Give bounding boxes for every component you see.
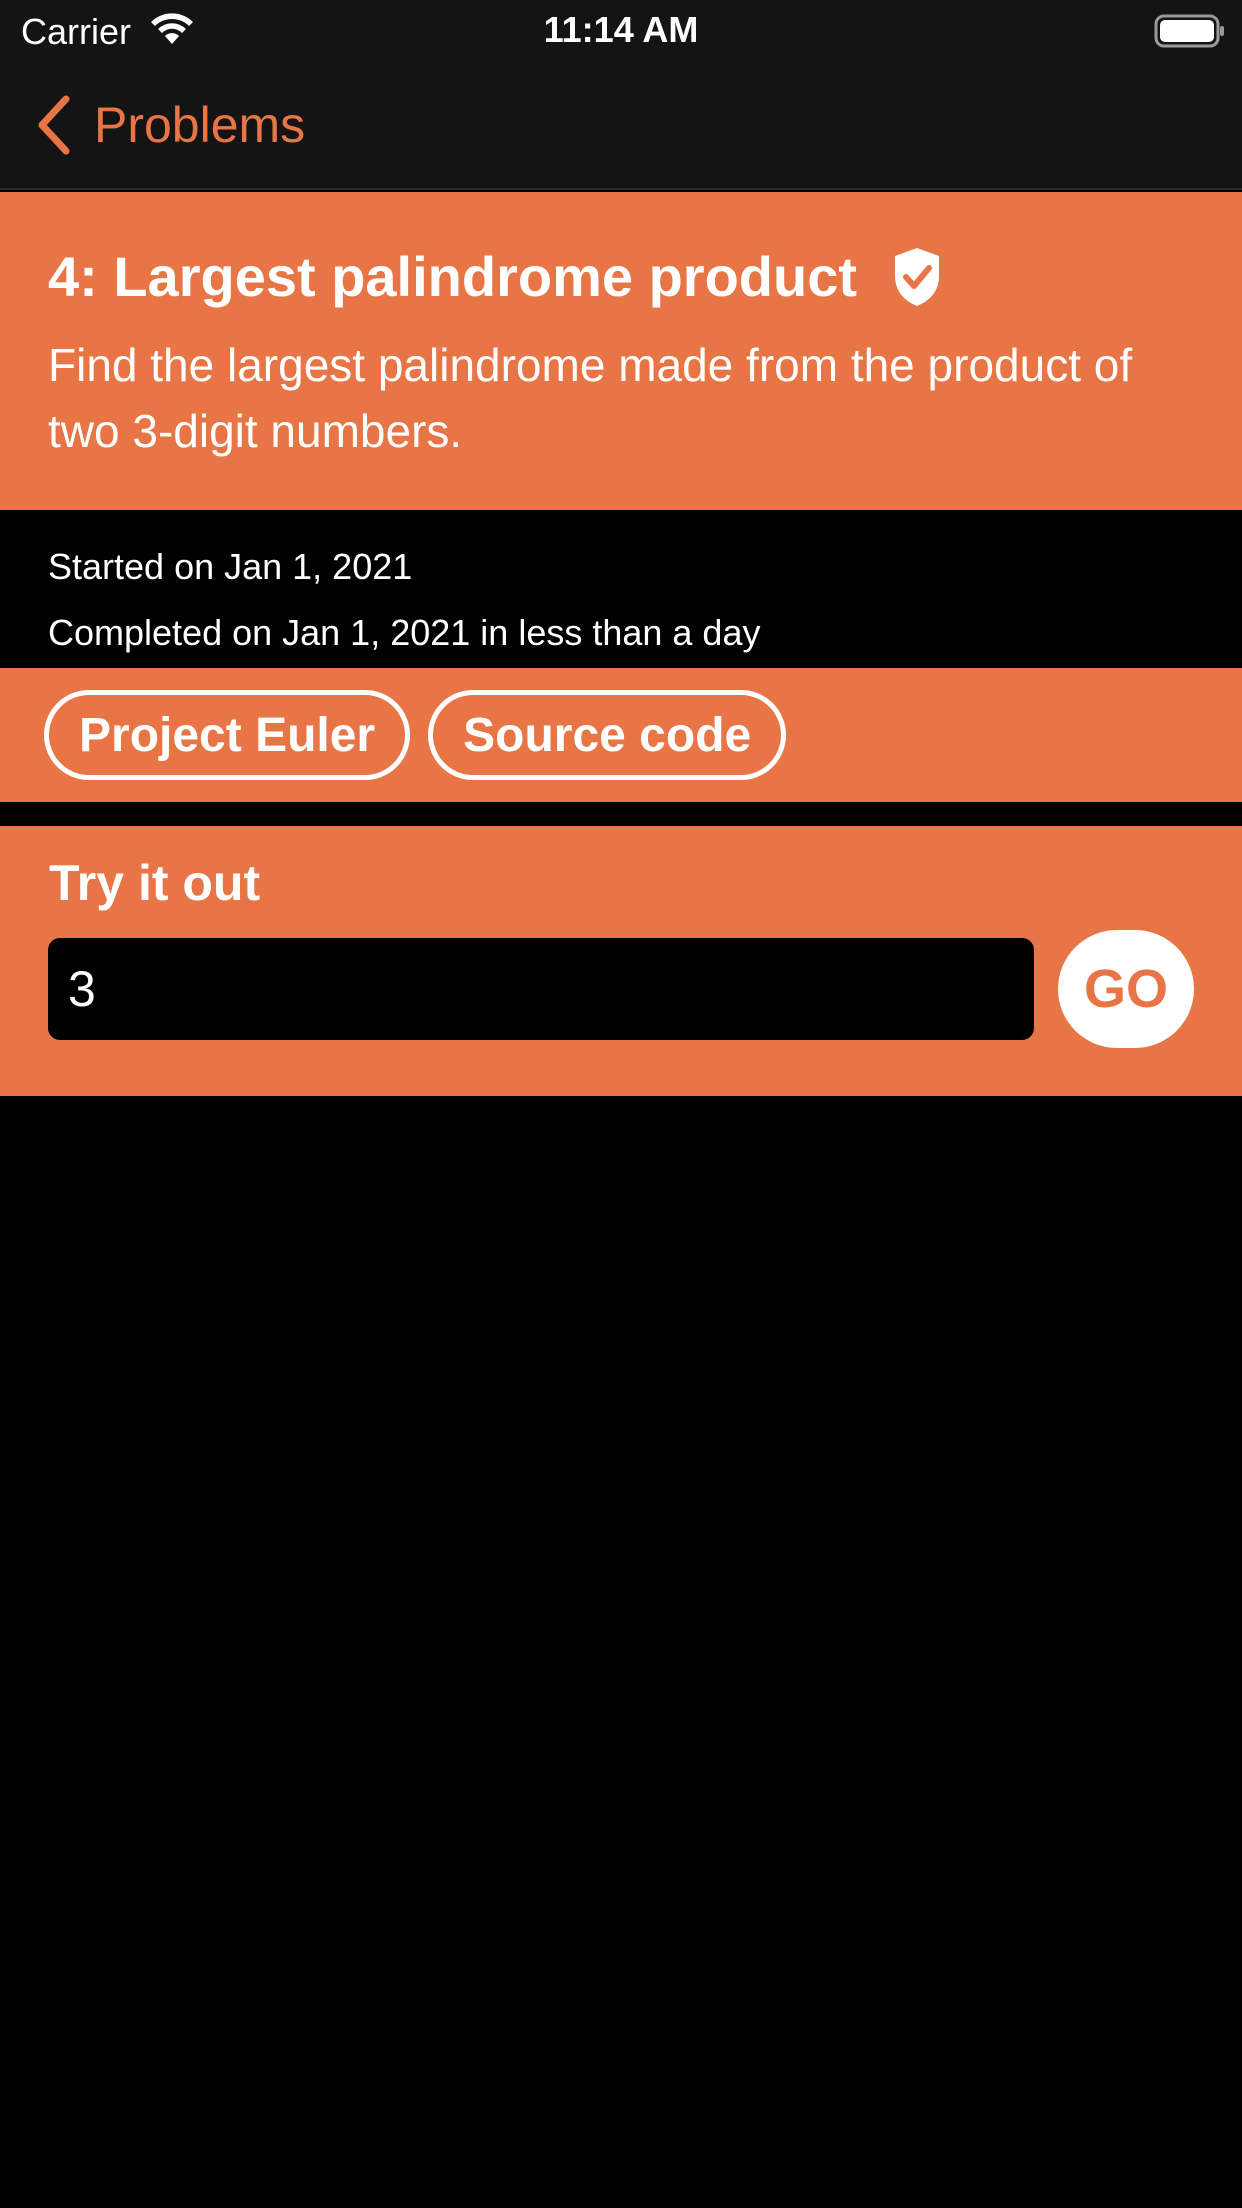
source-code-button[interactable]: Source code [428, 690, 787, 780]
navigation-bar: Problems [0, 62, 1242, 190]
status-time: 11:14 AM [543, 9, 699, 50]
completed-date: Completed on Jan 1, 2021 in less than a … [48, 612, 761, 653]
battery-icon [1154, 14, 1224, 48]
chevron-left-icon [38, 95, 70, 155]
started-date: Started on Jan 1, 2021 [48, 546, 413, 587]
back-button[interactable]: Problems [36, 92, 305, 158]
problem-title: 4: Largest palindrome product [48, 245, 857, 308]
problem-description: Find the largest palindrome made from th… [48, 339, 1133, 457]
go-button[interactable]: GO [1058, 930, 1194, 1048]
input-field[interactable]: 3 [48, 938, 1034, 1040]
links-row: Project Euler Source code [0, 668, 1242, 802]
problem-detail-screen: Carrier 11:14 AM Problems 4: Largest pal… [0, 0, 1242, 2208]
title-row: 4: Largest palindrome product [48, 242, 1194, 312]
project-euler-button[interactable]: Project Euler [44, 690, 411, 780]
try-it-out-title: Try it out [49, 855, 261, 911]
try-it-out-section: Try it out 3 GO [0, 826, 1242, 1096]
back-button-label: Problems [94, 97, 306, 153]
problem-header: 4: Largest palindrome product Find the l… [0, 192, 1242, 510]
problem-meta: Started on Jan 1, 2021 Completed on Jan … [0, 510, 1242, 668]
shield-check-icon [895, 248, 939, 306]
status-bar: Carrier 11:14 AM [0, 0, 1242, 62]
